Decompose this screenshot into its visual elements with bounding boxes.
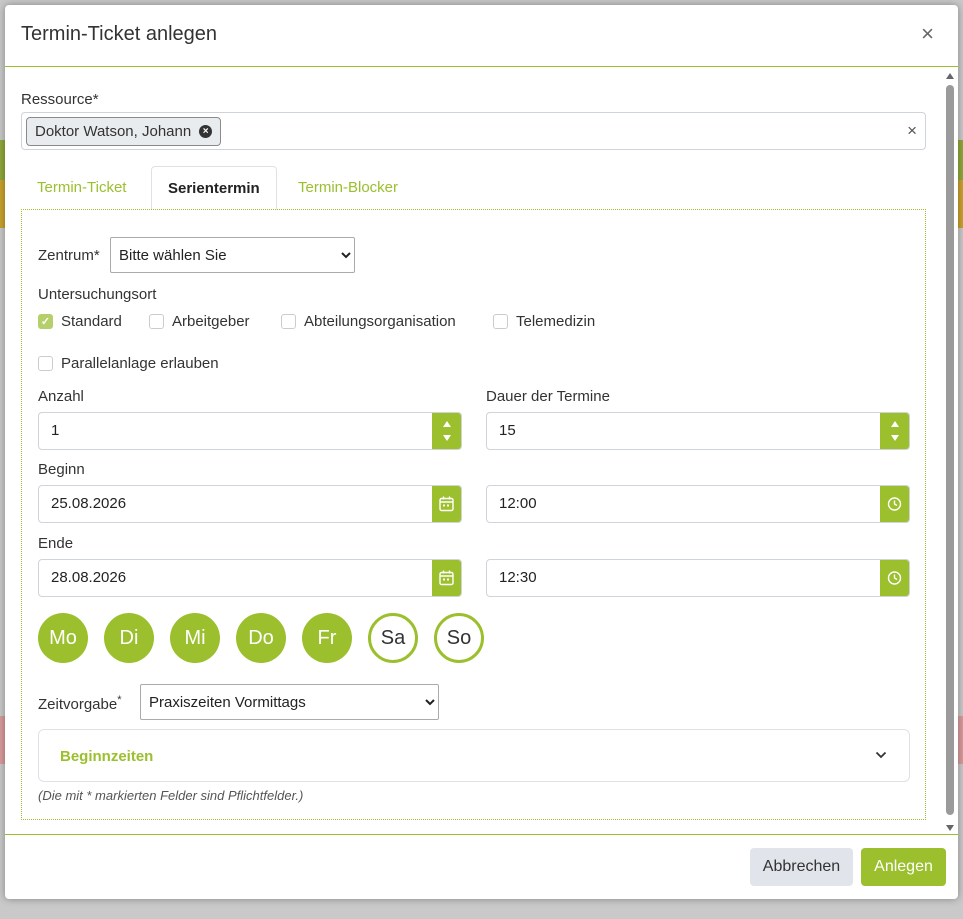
zeitvorgabe-label-text: Zeitvorgabe xyxy=(38,696,118,713)
weekday-mi[interactable]: Mi xyxy=(170,613,220,663)
ende-date-input[interactable]: 28.08.2026 xyxy=(38,559,462,597)
checkbox-box xyxy=(149,314,164,329)
create-button[interactable]: Anlegen xyxy=(861,848,946,886)
resource-chip-label: Doktor Watson, Johann xyxy=(35,123,192,140)
spin-up-icon[interactable] xyxy=(443,421,451,427)
dauer-value: 15 xyxy=(499,422,516,439)
checkbox-telemedizin[interactable]: Telemedizin xyxy=(493,313,595,330)
weekday-do[interactable]: Do xyxy=(236,613,286,663)
checkbox-label: Standard xyxy=(61,313,122,330)
close-icon[interactable]: × xyxy=(921,23,934,45)
ende-time-value: 12:30 xyxy=(499,569,537,586)
checkbox-abteilungsorganisation[interactable]: Abteilungsorganisation xyxy=(281,313,456,330)
anzahl-input[interactable]: 1 xyxy=(38,412,462,450)
tab-serientermin[interactable]: Serientermin xyxy=(151,166,277,210)
checkbox-label: Telemedizin xyxy=(516,313,596,330)
clock-icon[interactable] xyxy=(880,486,909,522)
dialog-header: Termin-Ticket anlegen × xyxy=(5,5,958,67)
appointment-dialog: Termin-Ticket anlegen × Ressource* Dokto… xyxy=(5,5,958,899)
untersuchungsort-label: Untersuchungsort xyxy=(38,286,157,303)
calendar-icon[interactable] xyxy=(432,560,461,596)
beginn-time-input[interactable]: 12:00 xyxy=(486,485,910,523)
ende-date-value: 28.08.2026 xyxy=(51,569,127,586)
anzahl-value: 1 xyxy=(51,422,60,439)
checkbox-box xyxy=(38,356,53,371)
beginnzeiten-title: Beginnzeiten xyxy=(60,748,154,765)
tab-termin-blocker[interactable]: Termin-Blocker xyxy=(282,166,414,210)
weekday-mo[interactable]: Mo xyxy=(38,613,88,663)
checkbox-box xyxy=(493,314,508,329)
checkbox-arbeitgeber[interactable]: Arbeitgeber xyxy=(149,313,250,330)
spin-down-icon[interactable] xyxy=(443,435,451,441)
checkbox-label: Abteilungsorganisation xyxy=(304,313,456,330)
scroll-down-icon[interactable] xyxy=(946,825,954,831)
beginn-label: Beginn xyxy=(38,461,85,478)
weekday-fr[interactable]: Fr xyxy=(302,613,352,663)
ende-label: Ende xyxy=(38,535,74,552)
tab-bar: Termin-Ticket Serientermin Termin-Blocke… xyxy=(21,166,926,210)
chevron-down-icon[interactable] xyxy=(875,750,887,760)
beginn-date-input[interactable]: 25.08.2026 xyxy=(38,485,462,523)
weekday-di[interactable]: Di xyxy=(104,613,154,663)
checkmark-icon: ✓ xyxy=(38,314,53,329)
dauer-label: Dauer der Termine xyxy=(486,388,610,405)
required-footnote: (Die mit * markierten Felder sind Pflich… xyxy=(38,788,304,803)
spin-up-icon[interactable] xyxy=(891,421,899,427)
clock-icon[interactable] xyxy=(880,560,909,596)
resource-chip: Doktor Watson, Johann × xyxy=(26,117,222,146)
zeitvorgabe-label: Zeitvorgabe* xyxy=(38,694,122,713)
dauer-input[interactable]: 15 xyxy=(486,412,910,450)
scroll-thumb[interactable] xyxy=(946,85,954,815)
required-mark: * xyxy=(117,694,122,706)
checkbox-box xyxy=(281,314,296,329)
zeitvorgabe-select[interactable]: Praxiszeiten Vormittags xyxy=(140,684,439,720)
dialog-title: Termin-Ticket anlegen xyxy=(21,23,218,45)
anzahl-label: Anzahl xyxy=(38,388,84,405)
tab-termin-ticket[interactable]: Termin-Ticket xyxy=(21,166,142,210)
beginn-date-value: 25.08.2026 xyxy=(51,495,127,512)
anzahl-spinner[interactable] xyxy=(432,413,461,449)
scroll-up-icon[interactable] xyxy=(946,73,954,79)
clear-icon[interactable]: × xyxy=(907,121,917,141)
checkbox-label: Arbeitgeber xyxy=(172,313,250,330)
cancel-button[interactable]: Abbrechen xyxy=(750,848,853,886)
scrollbar[interactable] xyxy=(944,71,956,833)
zentrum-select[interactable]: Bitte wählen Sie xyxy=(110,237,355,273)
checkbox-standard[interactable]: ✓ Standard xyxy=(38,313,122,330)
zentrum-label: Zentrum* xyxy=(38,247,100,264)
weekday-sa[interactable]: Sa xyxy=(368,613,418,663)
dauer-spinner[interactable] xyxy=(880,413,909,449)
ende-time-input[interactable]: 12:30 xyxy=(486,559,910,597)
resource-label: Ressource* xyxy=(21,91,99,108)
resource-field[interactable]: Doktor Watson, Johann × × xyxy=(21,112,926,150)
beginn-time-value: 12:00 xyxy=(499,495,537,512)
weekday-so[interactable]: So xyxy=(434,613,484,663)
checkbox-label: Parallelanlage erlauben xyxy=(61,355,219,372)
dialog-footer: Abbrechen Anlegen xyxy=(5,834,958,899)
remove-chip-icon[interactable]: × xyxy=(199,125,213,138)
spin-down-icon[interactable] xyxy=(891,435,899,441)
calendar-icon[interactable] xyxy=(432,486,461,522)
beginnzeiten-accordion[interactable]: Beginnzeiten xyxy=(38,729,910,782)
checkbox-parallelanlage[interactable]: Parallelanlage erlauben xyxy=(38,355,219,372)
dialog-body: Ressource* Doktor Watson, Johann × × Ter… xyxy=(5,68,944,833)
